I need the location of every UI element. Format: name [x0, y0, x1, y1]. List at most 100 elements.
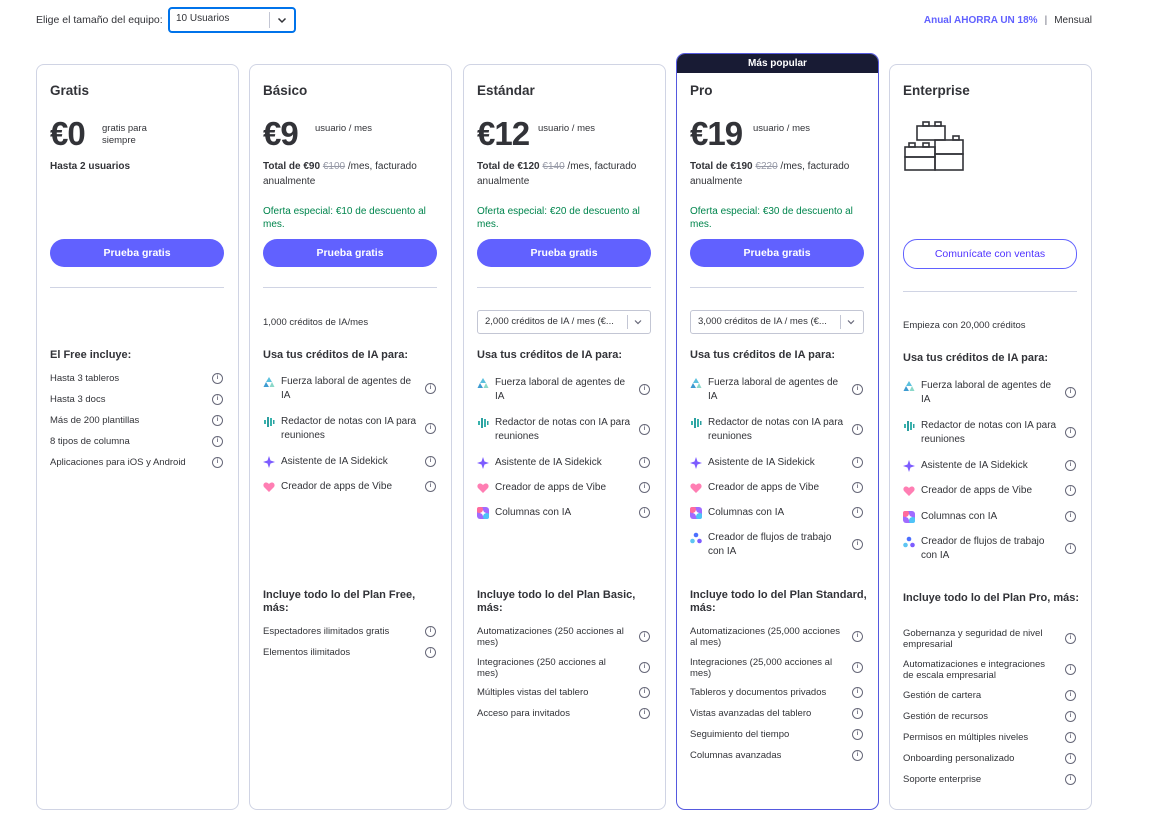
info-icon[interactable]: i: [639, 708, 650, 719]
info-icon[interactable]: i: [852, 384, 863, 395]
info-icon[interactable]: i: [212, 457, 223, 468]
notetaker-icon: [264, 417, 275, 427]
ai-feature-label: Creador de apps de Vibe: [921, 485, 1033, 496]
contact-sales-button[interactable]: Comunícate con ventas: [903, 239, 1077, 269]
ai-feature-label: Columnas con IA: [708, 507, 785, 518]
feature-label: Hasta 3 tableros: [50, 373, 120, 384]
feature-label: Automatizaciones e integraciones de esca…: [903, 659, 1046, 681]
plan-price: €0: [50, 115, 86, 152]
info-icon[interactable]: i: [212, 436, 223, 447]
notetaker-icon: [691, 418, 702, 428]
info-icon[interactable]: i: [852, 662, 863, 673]
info-icon[interactable]: i: [212, 373, 223, 384]
ai-credits: 1,000 créditos de IA/mes: [263, 317, 369, 328]
info-icon[interactable]: i: [852, 482, 863, 493]
total-amount: Total de €90: [263, 161, 321, 172]
info-icon[interactable]: i: [425, 423, 436, 434]
ai-feature-label: Redactor de notas con IA para reuniones: [708, 417, 844, 442]
plan-card-basic: Básico €9 usuario / mes Total de €90 €10…: [249, 64, 452, 810]
annual-billing-option[interactable]: Anual AHORRA UN 18%: [924, 15, 1038, 26]
old-price: €140: [542, 161, 565, 172]
free-trial-button[interactable]: Prueba gratis: [690, 239, 864, 267]
ai-feature-label: Redactor de notas con IA para reuniones: [495, 417, 631, 442]
info-icon[interactable]: i: [639, 507, 650, 518]
feature-label: Vistas avanzadas del tablero: [690, 708, 812, 719]
ai-feature-label: Creador de flujos de trabajo con IA: [921, 536, 1045, 561]
sparkle-icon: [263, 456, 275, 468]
notetaker-icon: [904, 421, 915, 431]
info-icon[interactable]: i: [212, 394, 223, 405]
info-icon[interactable]: i: [852, 708, 863, 719]
info-icon[interactable]: i: [639, 482, 650, 493]
info-icon[interactable]: i: [1065, 460, 1076, 471]
price-unit: gratis para siempre: [102, 123, 147, 146]
select-divider: [627, 315, 628, 329]
feature-label: Columnas avanzadas: [690, 750, 782, 761]
info-icon[interactable]: i: [852, 750, 863, 761]
info-icon[interactable]: i: [852, 631, 863, 642]
ai-feature-label: Creador de apps de Vibe: [495, 482, 607, 493]
info-icon[interactable]: i: [852, 507, 863, 518]
info-icon[interactable]: i: [425, 626, 436, 637]
ai-feature-label: Columnas con IA: [495, 507, 572, 518]
sparkle-icon: [690, 457, 702, 469]
ai-feature-label: Fuerza laboral de agentes de IA: [921, 380, 1052, 405]
feature-label: Gobernanza y seguridad de nivel empresar…: [903, 628, 1043, 650]
billing-total: Total de €120 €140 /mes, facturado anual…: [477, 159, 657, 189]
ai-credits-select[interactable]: 3,000 créditos de IA / mes (€...: [690, 310, 864, 334]
info-icon[interactable]: i: [212, 415, 223, 426]
info-icon[interactable]: i: [639, 424, 650, 435]
info-icon[interactable]: i: [1065, 543, 1076, 554]
info-icon[interactable]: i: [852, 687, 863, 698]
info-icon[interactable]: i: [1065, 633, 1076, 644]
info-icon[interactable]: i: [1065, 511, 1076, 522]
select-divider: [840, 315, 841, 329]
info-icon[interactable]: i: [1065, 711, 1076, 722]
info-icon[interactable]: i: [639, 631, 650, 642]
info-icon[interactable]: i: [425, 456, 436, 467]
select-divider: [269, 12, 270, 28]
features-title: El Free incluye:: [50, 349, 132, 361]
info-icon[interactable]: i: [425, 647, 436, 658]
info-icon[interactable]: i: [639, 457, 650, 468]
team-size-select[interactable]: 10 Usuarios: [168, 7, 296, 33]
chevron-down-icon: [847, 320, 855, 325]
info-icon[interactable]: i: [1065, 664, 1076, 675]
features-title: Incluye todo lo del Plan Pro, más:: [903, 592, 1080, 604]
info-icon[interactable]: i: [852, 424, 863, 435]
info-icon[interactable]: i: [1065, 753, 1076, 764]
ai-feature-label: Asistente de IA Sidekick: [281, 456, 388, 467]
price-unit: usuario / mes: [753, 123, 811, 134]
features-title: Incluye todo lo del Plan Free, más:: [263, 589, 416, 614]
features-title: Incluye todo lo del Plan Standard, más:: [690, 589, 867, 614]
info-icon[interactable]: i: [639, 384, 650, 395]
info-icon[interactable]: i: [425, 383, 436, 394]
divider: [477, 287, 651, 288]
info-icon[interactable]: i: [852, 457, 863, 468]
free-trial-button[interactable]: Prueba gratis: [477, 239, 651, 267]
info-icon[interactable]: i: [1065, 774, 1076, 785]
ai-columns-icon: [903, 511, 915, 523]
divider: [690, 287, 864, 288]
info-icon[interactable]: i: [852, 729, 863, 740]
total-amount: Total de €190: [690, 161, 753, 172]
free-trial-button[interactable]: Prueba gratis: [263, 239, 437, 267]
info-icon[interactable]: i: [639, 662, 650, 673]
divider: [903, 291, 1077, 292]
feature-label: 8 tipos de columna: [50, 436, 130, 447]
info-icon[interactable]: i: [1065, 387, 1076, 398]
feature-label: Onboarding personalizado: [903, 753, 1015, 764]
info-icon[interactable]: i: [639, 687, 650, 698]
heart-icon: [477, 483, 489, 493]
ai-credits-select[interactable]: 2,000 créditos de IA / mes (€...: [477, 310, 651, 334]
feature-label: Más de 200 plantillas: [50, 415, 140, 426]
monthly-billing-option[interactable]: Mensual: [1054, 15, 1092, 26]
info-icon[interactable]: i: [425, 481, 436, 492]
free-trial-button[interactable]: Prueba gratis: [50, 239, 224, 267]
info-icon[interactable]: i: [1065, 427, 1076, 438]
info-icon[interactable]: i: [852, 539, 863, 550]
info-icon[interactable]: i: [1065, 485, 1076, 496]
info-icon[interactable]: i: [1065, 732, 1076, 743]
info-icon[interactable]: i: [1065, 690, 1076, 701]
feature-label: Acceso para invitados: [477, 708, 570, 719]
